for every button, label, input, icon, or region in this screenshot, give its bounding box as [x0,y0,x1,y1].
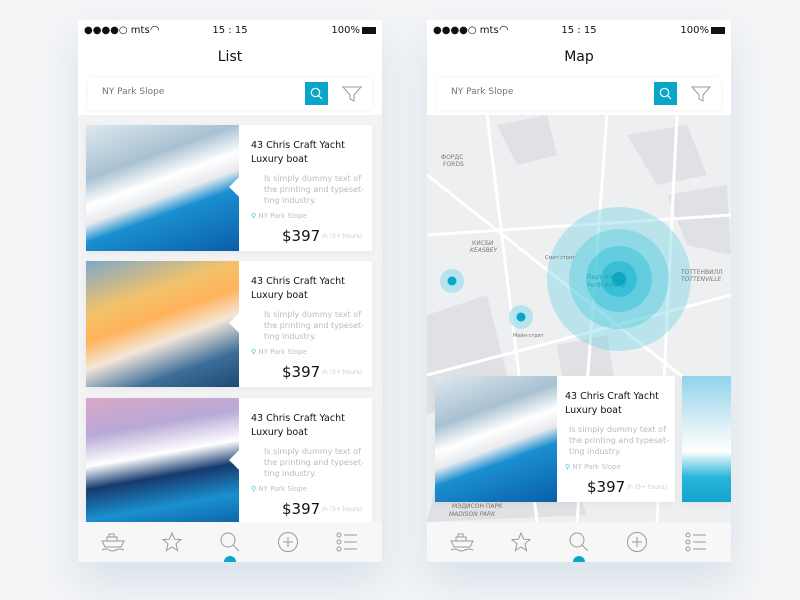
map-label: KEASBEY [470,247,499,254]
tab-boats[interactable] [98,527,128,557]
tab-bar [78,522,382,562]
map-label: КИСБИ [472,240,494,247]
status-bar: ●●●●○ mts ◠ 15 : 15 100% [78,20,382,42]
location-pin-icon: ⚲ [565,463,571,471]
boat-location: NY Park Slope [572,463,621,471]
list-icon [685,532,706,552]
map-boat-card[interactable]: 43 Chris Craft Yacht Luxury boat Is simp… [435,376,675,502]
search-icon [220,532,240,552]
search-button[interactable] [654,82,677,105]
search-icon [569,532,589,552]
boat-name: 43 Chris Craft Yacht Luxury boat [565,391,659,416]
header: List [78,42,382,115]
map-label: TOTTENVILLE [681,276,722,283]
map-boat-card-next[interactable] [682,376,731,502]
battery-icon [711,27,725,34]
price-suffix: /h (5+ hours) [627,484,668,491]
header: Map [427,42,731,115]
boat-price: $397 [282,500,321,518]
tab-list[interactable] [332,527,362,557]
plus-circle-icon [278,532,299,552]
search-input[interactable] [102,87,282,97]
tab-add[interactable] [273,527,303,557]
active-tab-indicator [224,556,236,562]
map-marker[interactable] [447,276,457,286]
map[interactable]: ФОРДС FORDS КИСБИ KEASBEY Перт Амбой Per… [427,115,731,522]
map-screen: ●●●●○ mts ◠ 15 : 15 100% ФОРДС FORDS КИС… [427,20,731,562]
tab-search[interactable] [564,527,594,557]
boat-description: Is simply dummy text of the printing and… [264,447,364,478]
status-bar: ●●●●○ mts ◠ 15 : 15 100% [427,20,731,42]
boat-location: NY Park Slope [258,348,307,356]
location-pin-icon: ⚲ [251,212,257,220]
boat-price: $397 [587,478,626,496]
map-marker[interactable] [516,312,526,322]
boat-description: Is simply dummy text of the printing and… [264,310,364,341]
map-label: FORDS [443,161,464,168]
boat-description: Is simply dummy text of the printing and… [264,174,364,205]
boat-price: $397 [282,363,321,381]
map-label: Перт Амбой [587,274,624,281]
map-label: МЭДИСОН ПАРК [452,503,503,510]
price-suffix: /h (5+ hours) [322,506,363,513]
map-label: ФОРДС [441,154,463,161]
list-icon [336,532,357,552]
boat-image [86,125,239,251]
battery-text: 100% [331,25,360,36]
search-icon [310,87,323,100]
search-button[interactable] [305,82,328,105]
boat-location: NY Park Slope [258,485,307,493]
tab-list[interactable] [681,527,711,557]
location-pin-icon: ⚲ [251,348,257,356]
plus-circle-icon [627,532,648,552]
boat-icon [450,533,474,552]
boat-name: 43 Chris Craft Yacht Luxury boat [251,140,345,165]
page-title: List [217,49,243,65]
battery-icon [362,27,376,34]
tab-favorites[interactable] [157,527,187,557]
list-screen: ●●●●○ mts ◠ 15 : 15 100% List 43 Chris C… [78,20,382,562]
boat-image [435,376,557,502]
boat-name: 43 Chris Craft Yacht Luxury boat [251,276,345,301]
map-label: Мейн-стрит [513,332,544,339]
boat-image [86,261,239,387]
price-suffix: /h (5+ hours) [322,233,363,240]
tab-search[interactable] [215,527,245,557]
boat-description: Is simply dummy text of the printing and… [569,425,669,456]
location-pin-icon: ⚲ [251,485,257,493]
boat-price: $397 [282,227,321,245]
battery-text: 100% [680,25,709,36]
tab-boats[interactable] [447,527,477,557]
search-icon [659,87,672,100]
tab-bar [427,522,731,562]
active-tab-indicator [573,556,585,562]
boat-image [86,398,239,524]
list-item[interactable]: 43 Chris Craft Yacht Luxury boat Is simp… [86,125,372,251]
map-label: Perth Amboy [587,282,626,289]
search-bar [437,78,721,110]
list-item[interactable]: 43 Chris Craft Yacht Luxury boat Is simp… [86,398,372,524]
page-title: Map [564,49,594,65]
boat-location: NY Park Slope [258,212,307,220]
search-input[interactable] [451,87,631,97]
star-icon [510,531,531,552]
map-label: MADISON PARK [449,511,496,518]
tab-add[interactable] [622,527,652,557]
tab-favorites[interactable] [506,527,536,557]
boat-icon [101,533,125,552]
boat-image [682,376,731,502]
price-suffix: /h (5+ hours) [322,369,363,376]
boat-name: 43 Chris Craft Yacht Luxury boat [251,413,345,438]
map-label: Смит-стрит [545,255,575,261]
map-label: ТОТТЕНВИЛЛ [680,269,723,276]
star-icon [161,531,182,552]
filter-icon[interactable] [691,85,711,103]
filter-icon[interactable] [342,85,362,103]
list-item[interactable]: 43 Chris Craft Yacht Luxury boat Is simp… [86,261,372,387]
search-bar [88,78,372,110]
